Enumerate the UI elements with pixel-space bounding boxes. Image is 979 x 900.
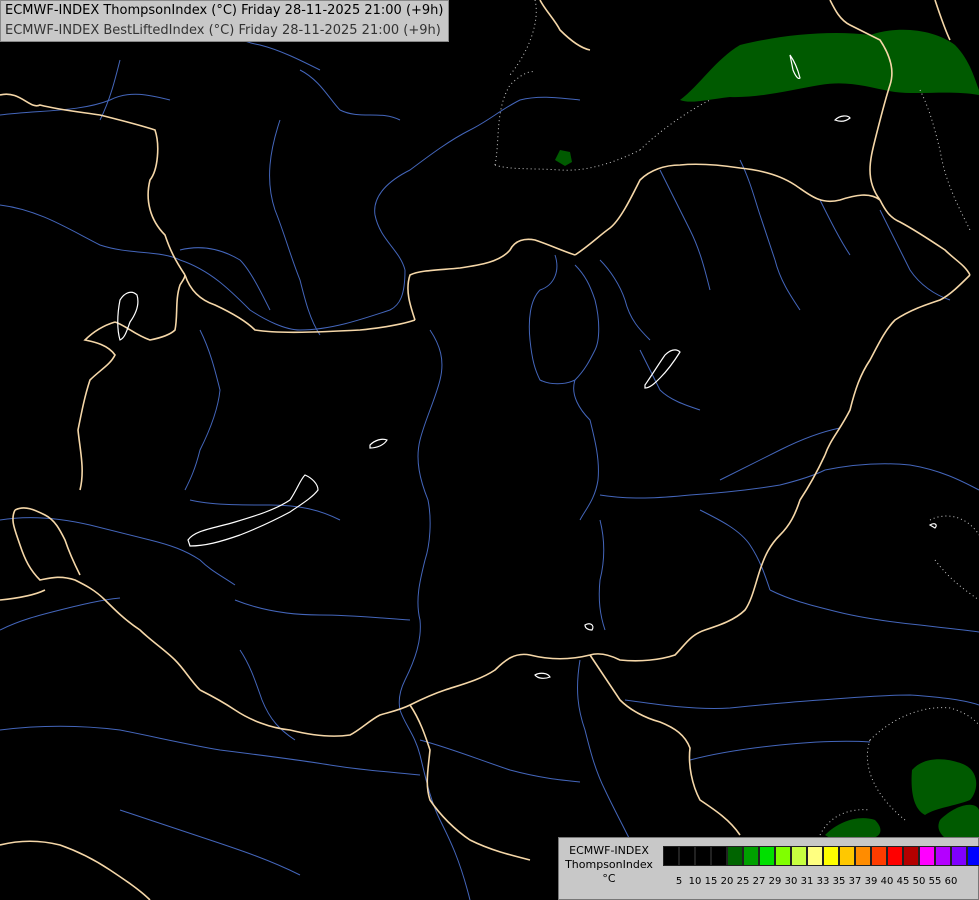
legend-tick-label: 27 — [752, 876, 766, 887]
color-legend: ECMWF-INDEX ThompsonIndex °C 5 10 15 20 25 27… — [558, 837, 979, 900]
legend-swatch — [823, 846, 839, 866]
legend-tick-label: 31 — [800, 876, 814, 887]
legend-swatch — [679, 846, 695, 866]
legend-swatch — [807, 846, 823, 866]
map-title-line2: ECMWF-INDEX BestLiftedIndex (°C) Friday … — [5, 23, 441, 38]
legend-swatch — [727, 846, 743, 866]
legend-swatch — [663, 846, 679, 866]
legend-tick-label: 10 — [688, 876, 702, 887]
map-title-line1: ECMWF-INDEX ThompsonIndex (°C) Friday 28… — [5, 3, 444, 18]
legend-swatch — [919, 846, 935, 866]
legend-tick-label: 33 — [816, 876, 830, 887]
legend-swatch — [935, 846, 951, 866]
legend-tick-label: 39 — [864, 876, 878, 887]
legend-swatch — [775, 846, 791, 866]
legend-swatch — [695, 846, 711, 866]
legend-title-1: ECMWF-INDEX — [569, 844, 649, 857]
legend-swatch — [759, 846, 775, 866]
legend-ticks: 5 10 15 20 25 27 29 30 31 33 35 37 39 40 45 50 55 60 — [663, 876, 959, 888]
legend-swatch — [711, 846, 727, 866]
legend-tick-label: 35 — [832, 876, 846, 887]
weather-map — [0, 0, 979, 900]
legend-swatch — [871, 846, 887, 866]
legend-swatch — [743, 846, 759, 866]
legend-tick-label: 40 — [880, 876, 894, 887]
legend-label: ECMWF-INDEX ThompsonIndex °C — [559, 844, 659, 886]
legend-swatch — [887, 846, 903, 866]
legend-swatch — [839, 846, 855, 866]
legend-swatch — [903, 846, 919, 866]
legend-swatch — [951, 846, 967, 866]
legend-tick-label: 60 — [944, 876, 958, 887]
legend-swatch — [855, 846, 871, 866]
legend-tick-label: 55 — [928, 876, 942, 887]
legend-tick-label: 29 — [768, 876, 782, 887]
legend-tick-label: 15 — [704, 876, 718, 887]
legend-tick-label: 25 — [736, 876, 750, 887]
legend-tick-label: 45 — [896, 876, 910, 887]
map-title-box: ECMWF-INDEX ThompsonIndex (°C) Friday 28… — [0, 0, 449, 42]
legend-tick-label: 37 — [848, 876, 862, 887]
legend-tick-label: 5 — [675, 876, 683, 887]
legend-tick-label: 30 — [784, 876, 798, 887]
legend-swatch — [791, 846, 807, 866]
legend-tick-label: 20 — [720, 876, 734, 887]
legend-title-2: ThompsonIndex — [565, 858, 653, 871]
legend-swatch — [967, 846, 979, 866]
legend-unit: °C — [602, 872, 616, 885]
legend-tick-label: 50 — [912, 876, 926, 887]
legend-swatches — [663, 846, 979, 866]
